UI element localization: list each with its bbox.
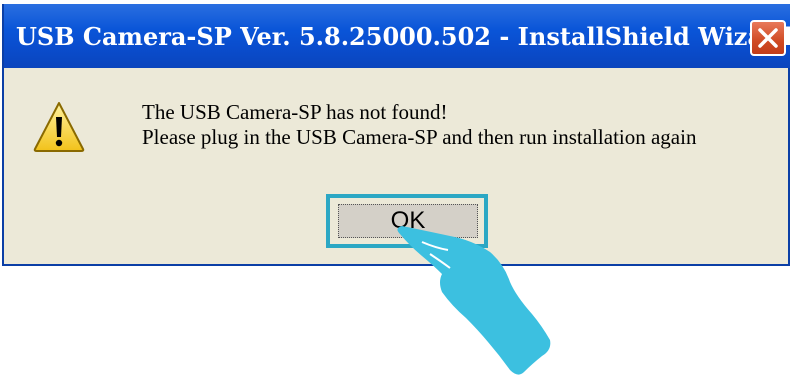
window-title: USB Camera-SP Ver. 5.8.25000.502 - Insta…: [16, 22, 793, 51]
message-text: The USB Camera-SP has not found! Please …: [142, 100, 696, 150]
warning-icon: [33, 102, 85, 152]
stage: USB Camera-SP Ver. 5.8.25000.502 - Insta…: [0, 0, 794, 379]
message-line-2: Please plug in the USB Camera-SP and the…: [142, 125, 697, 149]
title-bar[interactable]: USB Camera-SP Ver. 5.8.25000.502 - Insta…: [4, 4, 793, 68]
close-icon: [758, 28, 778, 48]
close-button[interactable]: [750, 20, 786, 56]
hand-pointer-icon: [397, 226, 551, 375]
message-line-1: The USB Camera-SP has not found!: [142, 100, 448, 124]
